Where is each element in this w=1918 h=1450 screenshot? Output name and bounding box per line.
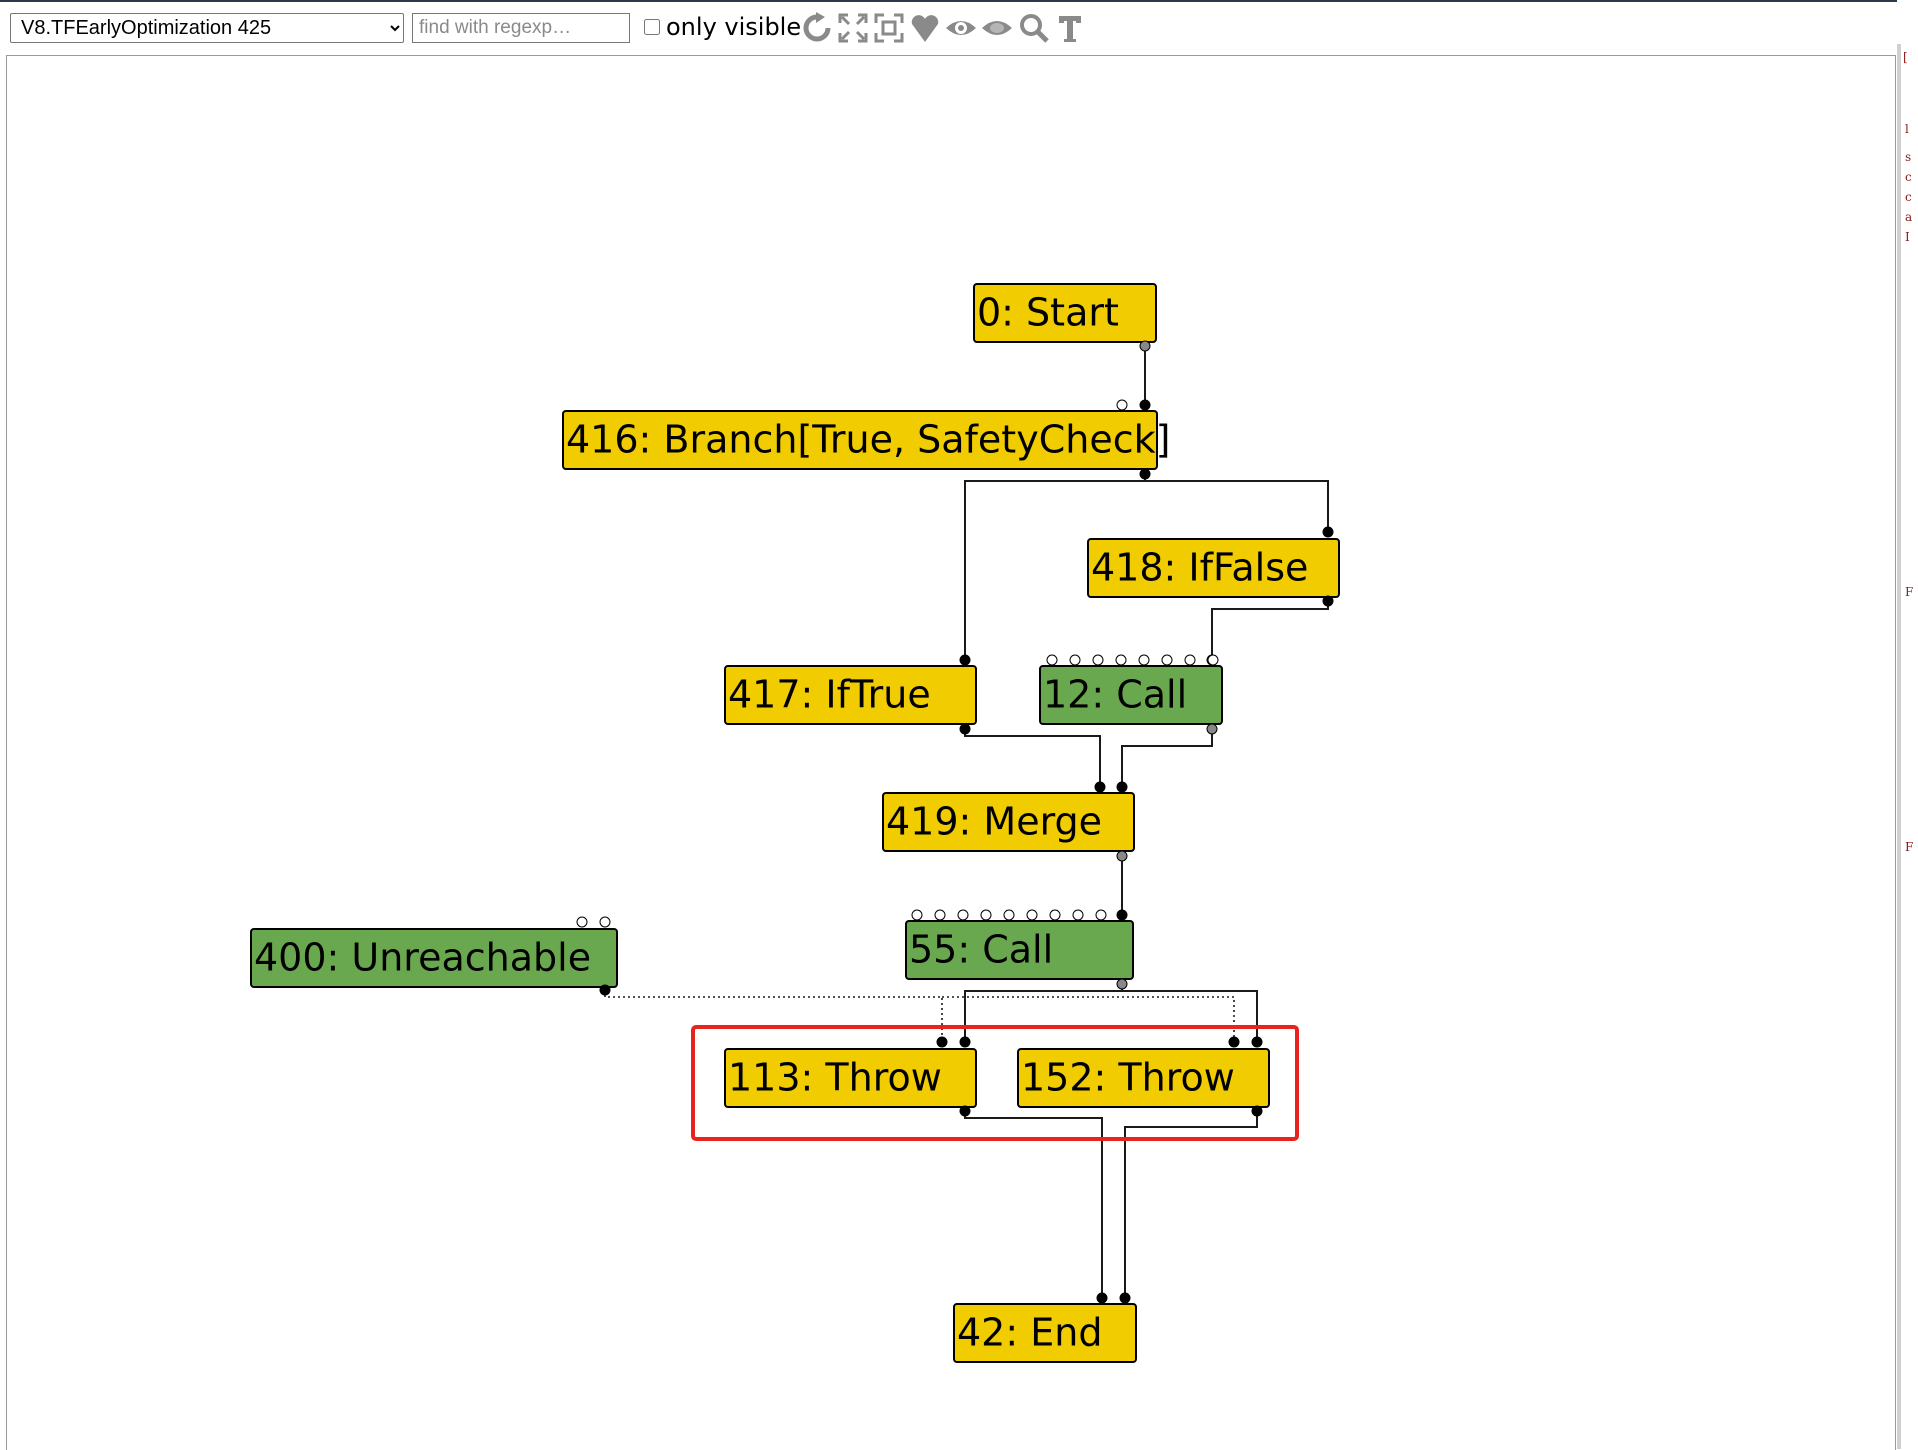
graph-node-iffalse[interactable]: 418: IfFalse — [1087, 538, 1340, 598]
connector-dot — [1251, 1036, 1263, 1048]
connector-dot-empty — [1046, 654, 1058, 666]
connector-dot-empty — [1095, 909, 1107, 921]
connector-dot — [1094, 781, 1106, 793]
graph-nodes: 0: Start 416: Branch[True, SafetyCheck] 41… — [250, 283, 1340, 1363]
connector-dot — [1206, 723, 1218, 735]
connector-dot — [1322, 595, 1334, 607]
graph-node-iftrue[interactable]: 417: IfTrue — [724, 665, 977, 725]
only-visible-label: only visible — [666, 13, 802, 41]
edge-line — [1121, 729, 1213, 787]
edge-line — [1211, 601, 1329, 660]
edge-line — [1121, 984, 1258, 1042]
node-label: 0: Start — [977, 291, 1119, 335]
graph-node-unreachable[interactable]: 400: Unreachable — [250, 928, 618, 988]
connector-dot-empty — [1116, 399, 1128, 411]
connector-dot-empty — [1115, 654, 1127, 666]
graph-node-branch[interactable]: 416: Branch[True, SafetyCheck] — [562, 410, 1170, 470]
connector-dot — [1096, 1292, 1108, 1304]
node-label: 400: Unreachable — [254, 936, 591, 980]
only-visible-checkbox[interactable] — [644, 19, 660, 35]
connector-dot — [959, 654, 971, 666]
connector-dot — [959, 723, 971, 735]
connector-dot-empty — [599, 916, 611, 928]
zoom-icon[interactable] — [1017, 10, 1051, 46]
connector-dot — [936, 1036, 948, 1048]
node-label: 416: Branch[True, SafetyCheck] — [566, 418, 1170, 462]
node-label: 417: IfTrue — [728, 673, 931, 717]
edge-line — [1144, 474, 1329, 532]
fit-icon[interactable] — [872, 10, 906, 46]
connector-dot-empty — [980, 909, 992, 921]
graph-node-throw113[interactable]: 113: Throw — [724, 1048, 977, 1108]
graph-node-start[interactable]: 0: Start — [973, 283, 1157, 343]
node-label: 42: End — [957, 1311, 1102, 1355]
search-input[interactable] — [412, 13, 630, 43]
connector-dot — [1139, 399, 1151, 411]
connector-dot-empty — [1184, 654, 1196, 666]
connector-dot-empty — [934, 909, 946, 921]
edge-line-dotted — [604, 990, 943, 1042]
connector-dot — [1322, 526, 1334, 538]
connector-dot-empty — [1092, 654, 1104, 666]
graph-canvas[interactable]: 0: Start 416: Branch[True, SafetyCheck] 41… — [7, 56, 1895, 1450]
connector-dot-empty — [1138, 654, 1150, 666]
graph-node-merge[interactable]: 419: Merge — [882, 792, 1135, 852]
right-panel-edge: [ l s c c a I F F — [1897, 0, 1918, 1449]
connector-dot — [1116, 781, 1128, 793]
connector-dot — [1228, 1036, 1240, 1048]
connector-dot-empty — [911, 909, 923, 921]
node-label: 152: Throw — [1021, 1056, 1235, 1100]
connector-dot — [1251, 1105, 1263, 1117]
connector-dot-empty — [1026, 909, 1038, 921]
connector-dot — [1119, 1292, 1131, 1304]
edge-line-dotted — [942, 996, 1235, 1042]
connector-dot-empty — [1161, 654, 1173, 666]
graph-node-call55[interactable]: 55: Call — [905, 920, 1134, 980]
connector-dot — [1116, 850, 1128, 862]
connector-dot-empty — [1069, 654, 1081, 666]
node-label: 418: IfFalse — [1091, 546, 1308, 590]
connector-dot — [959, 1036, 971, 1048]
graph-node-throw152[interactable]: 152: Throw — [1017, 1048, 1270, 1108]
show-selected-icon[interactable] — [944, 10, 978, 46]
connector-dot-empty — [1003, 909, 1015, 921]
show-all-icon[interactable] — [836, 10, 870, 46]
connector-dot — [1139, 468, 1151, 480]
edge-line — [964, 990, 1122, 1042]
only-visible-toggle[interactable]: only visible — [642, 12, 801, 42]
toolbar: V8.TFEarlyOptimization 425 only visible — [0, 0, 1918, 56]
connector-dot-empty — [1207, 654, 1219, 666]
connector-dot — [1116, 909, 1128, 921]
node-label: 113: Throw — [728, 1056, 942, 1100]
toggle-text-icon[interactable] — [1053, 10, 1087, 46]
connector-dot-empty — [1072, 909, 1084, 921]
connector-dot — [599, 984, 611, 996]
connector-dot — [1139, 340, 1151, 352]
toggle-types-icon[interactable] — [908, 10, 942, 46]
connector-dot — [1116, 978, 1128, 990]
graph-node-call12[interactable]: 12: Call — [1039, 665, 1223, 725]
hide-dead-icon[interactable] — [980, 10, 1014, 46]
node-label: 419: Merge — [886, 800, 1102, 844]
connector-dot-empty — [1049, 909, 1061, 921]
graph-node-end[interactable]: 42: End — [953, 1303, 1137, 1363]
node-label: 12: Call — [1043, 673, 1187, 717]
edge-line — [964, 729, 1101, 787]
connector-dot — [959, 1105, 971, 1117]
layout-icon[interactable] — [800, 10, 834, 46]
connector-dot-empty — [576, 916, 588, 928]
graph-panel[interactable]: 0: Start 416: Branch[True, SafetyCheck] 41… — [6, 55, 1896, 1450]
node-label: 55: Call — [909, 928, 1053, 972]
phase-select[interactable]: V8.TFEarlyOptimization 425 — [10, 13, 404, 43]
connector-dot-empty — [957, 909, 969, 921]
